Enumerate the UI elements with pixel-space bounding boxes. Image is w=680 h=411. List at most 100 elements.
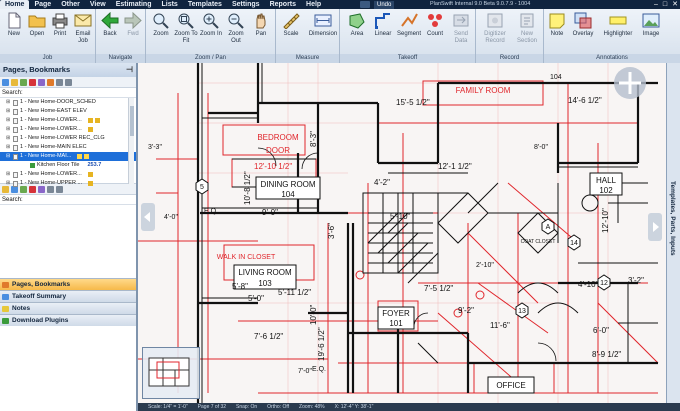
- quick-save-icon[interactable]: [360, 1, 370, 8]
- tag-label: 14: [570, 240, 578, 247]
- minimize-icon[interactable]: –: [654, 0, 658, 9]
- zoom-button[interactable]: Zoom: [148, 12, 174, 38]
- tree-item[interactable]: ⊞ 1 - New Home-EAST ELEV: [0, 107, 136, 116]
- folder-icon[interactable]: [11, 78, 18, 86]
- page-icon: [13, 135, 18, 142]
- dimension: 7'-0": [298, 368, 312, 375]
- next-page-arrow[interactable]: [648, 213, 662, 241]
- area-button[interactable]: Area: [344, 12, 370, 38]
- send-data-button[interactable]: Send Data: [448, 12, 474, 45]
- linear-button[interactable]: Linear: [370, 12, 396, 38]
- ribbon-group-annotations: Note Overlay Highlighter Image Annotatio…: [544, 9, 680, 63]
- tree-scrollbar[interactable]: [128, 98, 134, 184]
- undo-button[interactable]: Undo: [374, 0, 395, 9]
- menu-estimating[interactable]: Estimating: [111, 0, 157, 9]
- pages-toolbar: [0, 77, 136, 88]
- image-button[interactable]: Image: [638, 12, 664, 38]
- dimension-button[interactable]: Dimension: [307, 12, 339, 38]
- add-page-icon[interactable]: [2, 78, 9, 86]
- tree-item[interactable]: ⊞ 1 - New Home-MAIN ELEC: [0, 143, 136, 152]
- previous-page-arrow[interactable]: [141, 203, 155, 231]
- note-button[interactable]: Note: [544, 12, 570, 38]
- digitizer-record-button[interactable]: Digitizer Record: [480, 12, 510, 45]
- tab-takeoff-summary[interactable]: Takeoff Summary: [0, 290, 136, 302]
- page-icon: [13, 180, 18, 187]
- move-down-icon[interactable]: [65, 78, 72, 86]
- tab-pages-bookmarks[interactable]: Pages, Bookmarks: [0, 278, 136, 290]
- page-icon: [13, 108, 18, 115]
- dimension: 9'-2": [458, 306, 474, 315]
- maximize-icon[interactable]: □: [663, 0, 667, 9]
- takeoff-search-field[interactable]: Search:: [0, 195, 136, 205]
- pages-icon: [2, 282, 9, 288]
- menu-page[interactable]: Page: [29, 0, 56, 9]
- tree-item[interactable]: ⊞ 1 - New Home-LOWER REC_CLG: [0, 134, 136, 143]
- tag-label: A: [546, 224, 551, 231]
- menu-lists[interactable]: Lists: [156, 0, 182, 9]
- zoom-out-button[interactable]: Zoom Out: [223, 12, 249, 45]
- takeoff-marker-icon: [88, 181, 94, 186]
- properties-icon[interactable]: [38, 78, 45, 86]
- menu-settings[interactable]: Settings: [227, 0, 265, 9]
- zoom-in-button[interactable]: Zoom In: [198, 12, 224, 38]
- dimension: 11'-6": [490, 321, 510, 330]
- close-icon[interactable]: ✕: [672, 0, 678, 9]
- pane-title: Pages, Bookmarks ⊣: [0, 63, 136, 77]
- room-number: 104: [281, 190, 295, 199]
- zoom-to-fit-button[interactable]: Zoom To Fit: [173, 12, 199, 45]
- ribbon: New Open Print Email Job Job Back Fwd Na…: [0, 9, 680, 63]
- menu-view[interactable]: View: [85, 0, 111, 9]
- menu-help[interactable]: Help: [301, 0, 326, 9]
- dimension: 12'-10": [601, 208, 610, 233]
- export-icon[interactable]: [47, 78, 54, 86]
- ribbon-group-navigate: Back Fwd Navigate: [96, 9, 146, 63]
- bookmark-icon[interactable]: [20, 78, 27, 86]
- tag-label: 13: [518, 308, 526, 315]
- pages-tree: ⊞ 1 - New Home-DOOR_SCHED ⊞ 1 - New Home-E…: [0, 98, 136, 187]
- tree-item[interactable]: ⊞ 1 - New Home-DOOR_SCHED: [0, 98, 136, 107]
- scale-button[interactable]: Scale: [278, 12, 304, 38]
- room-label: DOOR: [266, 146, 290, 155]
- zoom-control[interactable]: [612, 65, 648, 107]
- pages-search-field[interactable]: Search:: [0, 88, 136, 98]
- area-icon: [349, 13, 365, 29]
- menu-templates[interactable]: Templates: [183, 0, 227, 9]
- dimension: 5'-0": [248, 294, 264, 303]
- move-up-icon[interactable]: [56, 78, 63, 86]
- zoom-fit-icon: [178, 13, 194, 29]
- templates-parts-inputs-tab[interactable]: Templates, Parts, Inputs: [666, 63, 680, 403]
- status-coords: X: 12'-4" Y: 38'-1": [334, 404, 374, 410]
- room-label: FOYER: [382, 309, 410, 318]
- tab-notes[interactable]: Notes: [0, 302, 136, 314]
- highlighter-button[interactable]: Highlighter: [602, 12, 634, 38]
- tree-item-selected[interactable]: ⊟ 1 - New Home-MAI...: [0, 152, 136, 161]
- count-icon: [428, 14, 442, 27]
- delete-icon[interactable]: [29, 78, 36, 86]
- dimension: 7'-5 1/2": [424, 284, 453, 293]
- room-label: WALK IN CLOSET: [217, 254, 276, 261]
- pin-icon[interactable]: ⊣: [126, 63, 133, 77]
- printer-icon: [52, 13, 68, 29]
- new-section-button[interactable]: New Section: [512, 12, 542, 45]
- tree-item[interactable]: ⊞ 1 - New Home-UPPER ...: [0, 179, 136, 188]
- menu-reports[interactable]: Reports: [265, 0, 301, 9]
- page-overview-thumbnail[interactable]: [142, 347, 200, 399]
- tree-item[interactable]: ⊞ 1 - New Home-LOWER...: [0, 116, 136, 125]
- menu-other[interactable]: Other: [56, 0, 85, 9]
- takeoff-item[interactable]: Kitchen Floor Tile 253.7: [0, 161, 136, 170]
- count-button[interactable]: Count: [422, 12, 448, 38]
- group-label-takeoff: Takeoff: [340, 54, 475, 63]
- email-job-button[interactable]: Email Job: [70, 12, 96, 45]
- scroll-thumb[interactable]: [130, 106, 134, 136]
- menu-home[interactable]: Home: [0, 0, 30, 9]
- tab-download-plugins[interactable]: Download Plugins: [0, 314, 136, 326]
- overlay-button[interactable]: Overlay: [570, 12, 596, 38]
- dimension: 10'-8 1/2": [243, 171, 252, 205]
- tree-item[interactable]: ⊞ 1 - New Home-LOWER...: [0, 125, 136, 134]
- plugins-icon: [2, 318, 9, 324]
- pan-button[interactable]: Pan: [248, 12, 274, 38]
- plan-canvas[interactable]: 5 A 14 12 13 FAMILY ROOM BEDROOM DOOR DI…: [138, 63, 666, 403]
- tree-item[interactable]: ⊞ 1 - New Home-LOWER...: [0, 170, 136, 179]
- forward-button[interactable]: Fwd: [120, 12, 146, 38]
- segment-button[interactable]: Segment: [396, 12, 422, 38]
